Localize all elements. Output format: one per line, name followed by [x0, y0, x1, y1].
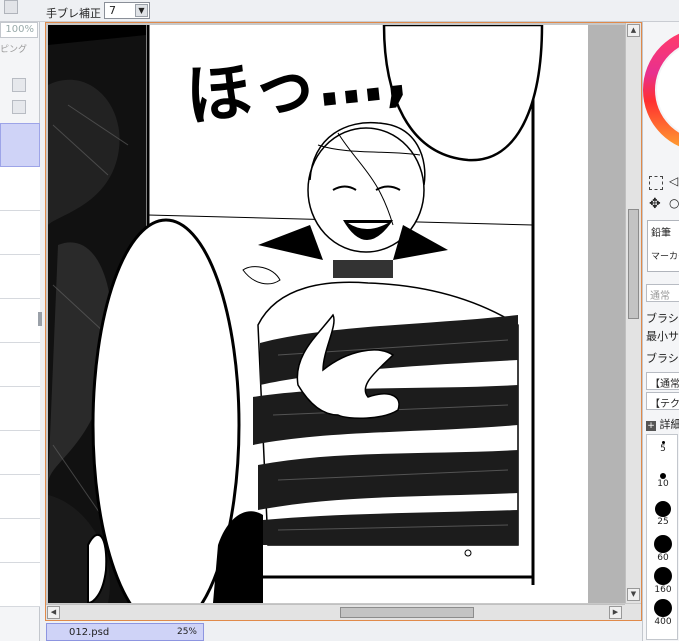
selection-tool-icon[interactable]: [649, 176, 663, 190]
layer-option-checkbox[interactable]: [12, 78, 26, 92]
brush-shape-select[interactable]: 【通常: [646, 372, 679, 390]
scroll-right-button[interactable]: ▶: [609, 606, 622, 619]
layer-row[interactable]: [0, 431, 40, 475]
details-label: 詳細: [659, 418, 679, 431]
texture-select[interactable]: 【テクス: [646, 392, 679, 410]
layer-row[interactable]: [0, 519, 40, 563]
brush-dot-icon: [654, 599, 672, 617]
layer-row[interactable]: [0, 299, 40, 343]
top-toolbar: 手ブレ補正 7 ▼: [0, 0, 679, 22]
tool-panel: ◁ ✥ ○ 鉛筆 マーカー 通常 ブラシサ 最小サ ブラシ濃 【通常 【テクス …: [642, 22, 679, 641]
tool-marker-label: マーカー: [651, 252, 679, 262]
brush-size-label-60: 60: [657, 553, 669, 563]
scroll-down-button[interactable]: ▼: [627, 588, 640, 601]
scroll-left-button[interactable]: ◀: [47, 606, 60, 619]
horizontal-scrollbar[interactable]: ◀ ▶: [46, 604, 626, 620]
move-tool-icon[interactable]: ✥: [649, 196, 661, 212]
opacity-field[interactable]: 100%: [0, 22, 38, 38]
stabilizer-label: 手ブレ補正: [46, 7, 101, 20]
brush-size-400[interactable]: 400: [647, 599, 679, 627]
brush-size-160[interactable]: 160: [647, 567, 679, 595]
tool-pencil-label: 鉛筆: [651, 228, 671, 239]
details-toggle[interactable]: + 詳細: [646, 416, 679, 432]
paint-app-window: 手ブレ補正 7 ▼ 100% ピング ほっ…, ▲ ▼ ◀ ▶ 012.psd …: [0, 0, 679, 641]
document-zoom: 25%: [176, 627, 197, 637]
layer-panel: 100% ピング: [0, 22, 42, 641]
blend-mode-select[interactable]: 通常: [646, 284, 679, 302]
lasso-tool-icon[interactable]: ◁: [669, 174, 678, 188]
vertical-scroll-thumb[interactable]: [628, 209, 639, 319]
stabilizer-value: 7: [109, 4, 116, 17]
brush-size-10[interactable]: 10: [647, 473, 679, 489]
canvas[interactable]: ほっ…,: [48, 25, 626, 603]
zoom-tool-icon[interactable]: ○: [669, 196, 679, 210]
manga-artwork: ほっ…,: [48, 25, 588, 603]
plus-icon: +: [646, 421, 656, 431]
brush-size-label-10: 10: [657, 479, 669, 489]
brush-size-label-400: 400: [654, 617, 672, 627]
canvas-window: ほっ…, ▲ ▼ ◀ ▶: [45, 22, 642, 621]
horizontal-scroll-thumb[interactable]: [340, 607, 474, 618]
stabilizer-select[interactable]: 7 ▼: [104, 2, 150, 19]
layer-list: [0, 123, 40, 607]
tool-pencil-cell[interactable]: 鉛筆 マーカー: [647, 220, 679, 272]
layer-row[interactable]: [0, 563, 40, 607]
layer-row[interactable]: [0, 387, 40, 431]
brush-size-label: ブラシサ: [646, 312, 679, 325]
clipping-label: ピング: [0, 45, 28, 55]
brush-size-label-25: 25: [657, 517, 669, 527]
layer-row[interactable]: [0, 475, 40, 519]
layer-row[interactable]: [0, 343, 40, 387]
new-layer-icon[interactable]: [12, 100, 26, 114]
brush-dot-icon: [654, 535, 672, 553]
brush-size-list: 5 10 25 60 160 400: [646, 434, 678, 640]
scroll-corner: [625, 604, 641, 620]
brush-size-label-160: 160: [654, 585, 672, 595]
brush-size-5[interactable]: 5: [647, 441, 679, 454]
scroll-up-button[interactable]: ▲: [627, 24, 640, 37]
layer-row[interactable]: [0, 167, 40, 211]
layer-row-selected[interactable]: [0, 123, 40, 167]
layer-row[interactable]: [0, 255, 40, 299]
brush-size-label-5: 5: [660, 444, 666, 454]
layer-row[interactable]: [0, 211, 40, 255]
document-name: 012.psd: [69, 627, 110, 638]
brush-size-25[interactable]: 25: [647, 501, 679, 527]
color-wheel[interactable]: [643, 24, 679, 154]
document-tab[interactable]: 012.psd 25%: [46, 623, 204, 641]
brush-dot-icon: [654, 567, 672, 585]
chevron-down-icon[interactable]: ▼: [135, 4, 148, 17]
brush-density-label: ブラシ濃: [646, 352, 679, 365]
vertical-scrollbar[interactable]: ▲ ▼: [625, 23, 641, 603]
panel-toggle-button[interactable]: [4, 0, 18, 14]
min-size-label: 最小サ: [646, 330, 679, 343]
panel-resize-handle[interactable]: [38, 312, 42, 326]
brush-dot-icon: [655, 501, 671, 517]
brush-size-60[interactable]: 60: [647, 535, 679, 563]
